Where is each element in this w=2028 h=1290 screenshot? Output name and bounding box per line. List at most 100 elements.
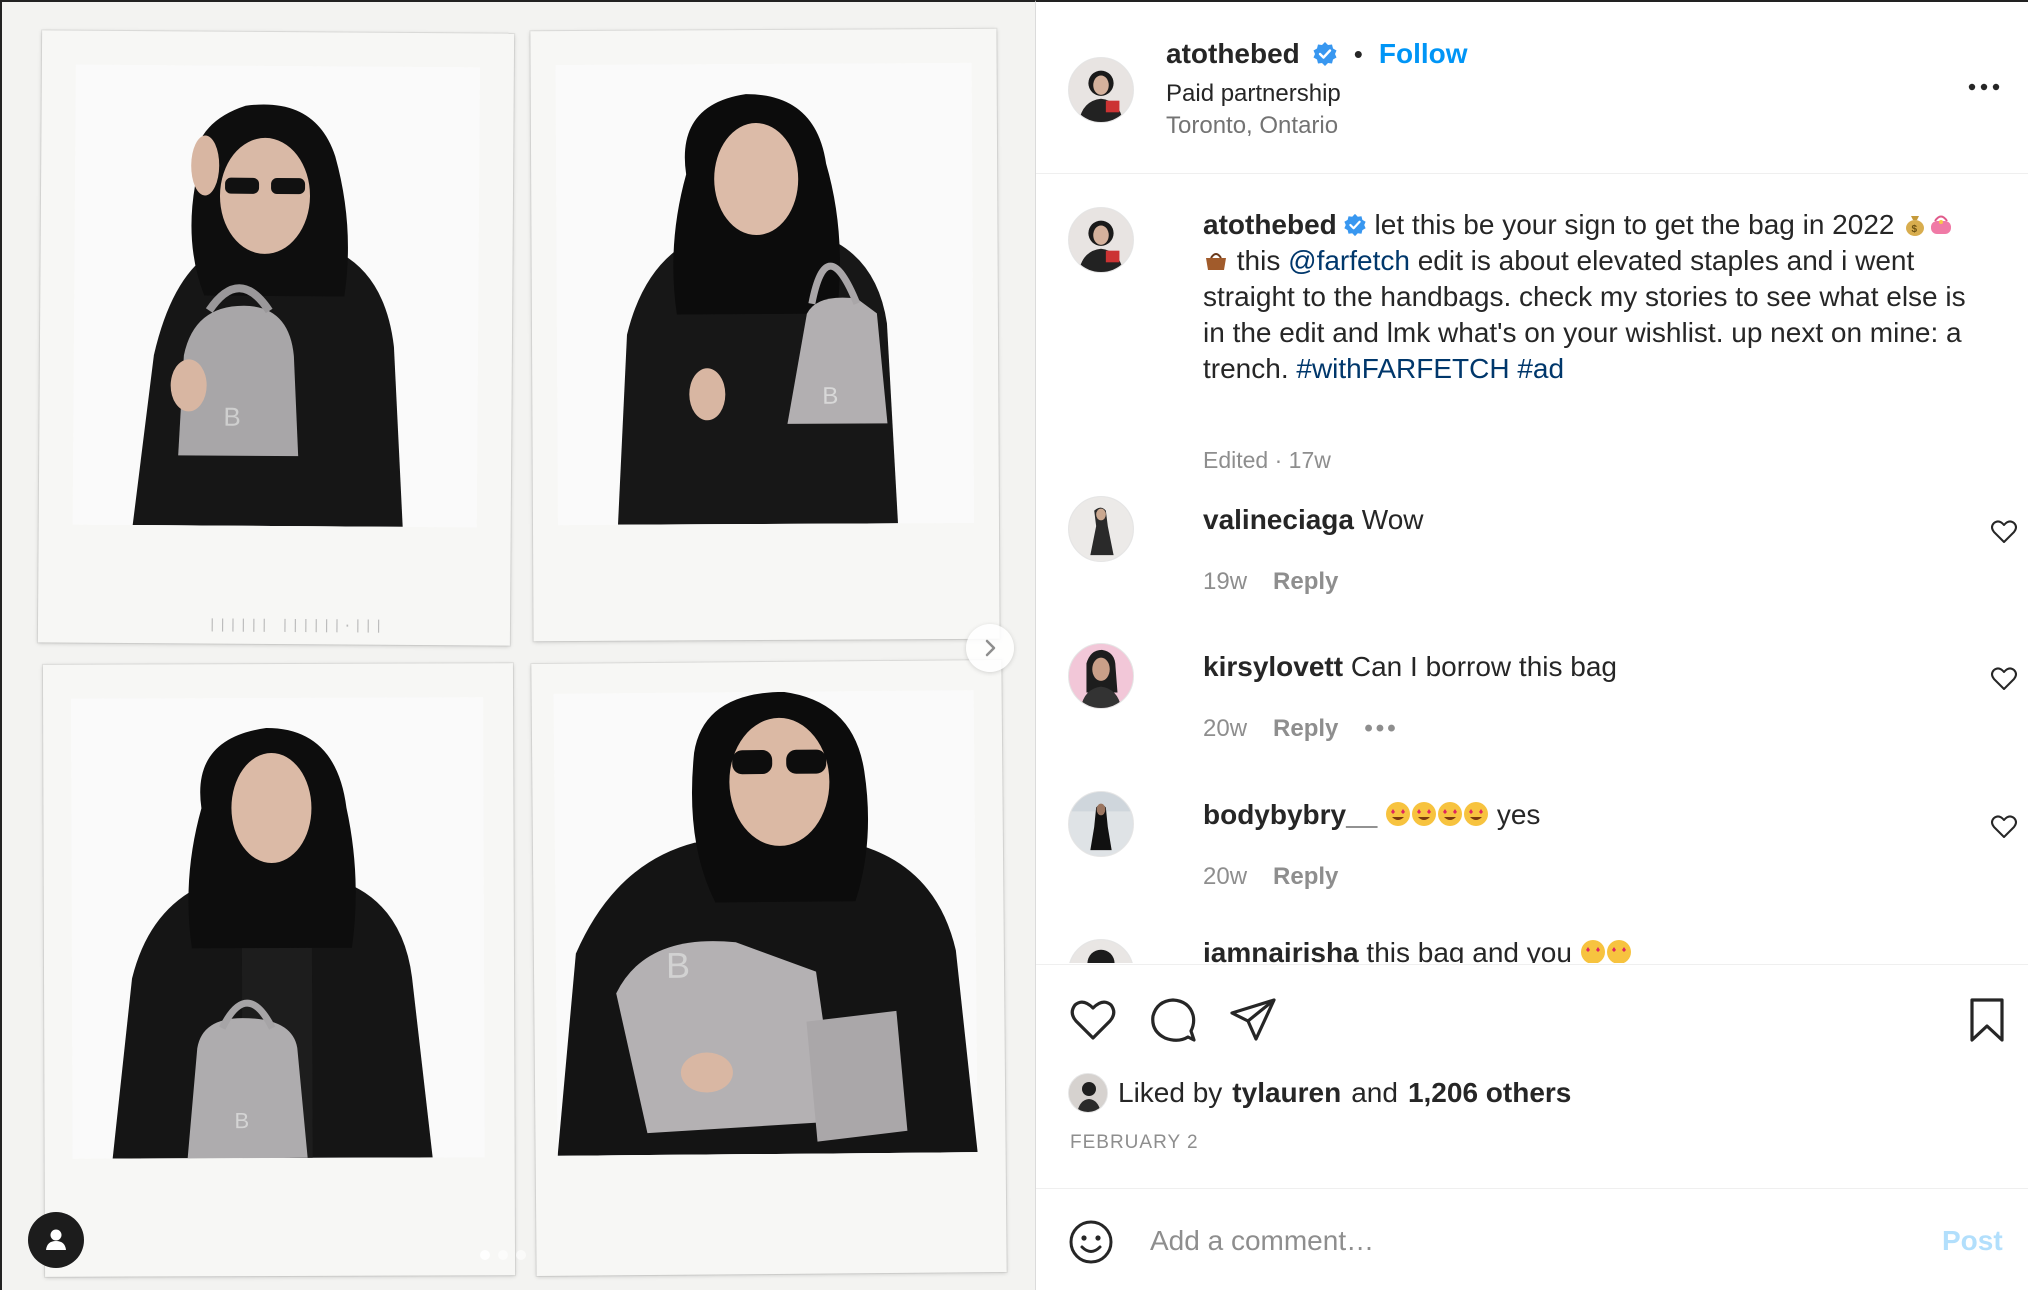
verified-badge-icon bbox=[1344, 213, 1366, 237]
svg-text:B: B bbox=[822, 383, 838, 410]
commenter-avatar[interactable] bbox=[1068, 939, 1134, 963]
caption-hashtag-link[interactable]: #withFARFETCH bbox=[1296, 353, 1509, 384]
polaroid-strip bbox=[45, 1157, 515, 1277]
money-bag-emoji-icon: $ bbox=[1906, 216, 1925, 236]
svg-text:$: $ bbox=[1912, 224, 1918, 235]
reply-button[interactable]: Reply bbox=[1273, 715, 1338, 743]
caption-mention-link[interactable]: @farfetch bbox=[1288, 245, 1410, 276]
carousel-dot bbox=[480, 1250, 490, 1260]
like-comment-heart-icon[interactable] bbox=[1990, 665, 2018, 693]
commenter-avatar[interactable] bbox=[1068, 496, 1134, 562]
liker-username[interactable]: tylauren bbox=[1232, 1077, 1341, 1109]
comment-age[interactable]: 20w bbox=[1203, 863, 1247, 891]
verified-badge-icon bbox=[1313, 42, 1337, 66]
commenter-avatar[interactable] bbox=[1068, 643, 1134, 709]
chevron-right-icon bbox=[985, 639, 996, 657]
handbag-emoji-icon bbox=[1206, 253, 1226, 270]
commenter-username[interactable]: valineciaga bbox=[1203, 504, 1354, 535]
carousel-indicator bbox=[480, 1250, 526, 1260]
comment-item: kirsylovett Can I borrow this bag 20w Re… bbox=[1068, 643, 2017, 753]
post-date[interactable]: FEBRUARY 2 bbox=[1070, 1132, 1199, 1154]
author-row: atothebed • Follow bbox=[1166, 38, 1468, 70]
location-link[interactable]: Toronto, Ontario bbox=[1166, 112, 1338, 140]
comment-age[interactable]: 20w bbox=[1203, 715, 1247, 743]
polaroid-strip bbox=[536, 1154, 1007, 1276]
smile-emoji-picker-icon[interactable] bbox=[1068, 1219, 1114, 1265]
comments-scroll-area[interactable]: atothebed let this be your sign to get t… bbox=[1036, 175, 2028, 963]
commenter-username[interactable]: bodybybry__ bbox=[1203, 799, 1377, 830]
post-media[interactable]: B |||||| ||||||·||| B B B bbox=[0, 0, 1035, 1290]
carousel-dot bbox=[498, 1250, 508, 1260]
reply-button[interactable]: Reply bbox=[1273, 863, 1338, 891]
tagged-users-button[interactable] bbox=[28, 1212, 84, 1268]
author-username[interactable]: atothebed bbox=[1166, 38, 1300, 70]
next-image-button[interactable] bbox=[966, 624, 1014, 672]
more-options-icon[interactable] bbox=[1962, 72, 2006, 102]
comment-line: bodybybry__ yes bbox=[1203, 799, 1540, 831]
comment-text: Wow bbox=[1361, 504, 1424, 535]
svg-text:B: B bbox=[666, 945, 690, 986]
bookmark-icon[interactable] bbox=[1962, 995, 2012, 1045]
heart-eyes-emoji-icon bbox=[1412, 802, 1437, 826]
comment-icon[interactable] bbox=[1148, 995, 1198, 1045]
like-comment-heart-icon[interactable] bbox=[1990, 518, 2018, 546]
caption-hashtag-link[interactable]: #ad bbox=[1517, 353, 1564, 384]
caption-username[interactable]: atothebed bbox=[1203, 209, 1337, 240]
like-comment-heart-icon[interactable] bbox=[1990, 813, 2018, 841]
photo-woman-standing-bag: B bbox=[71, 697, 485, 1159]
commenter-username[interactable]: kirsylovett bbox=[1203, 651, 1343, 682]
photo-woman-holding-bag: B bbox=[555, 62, 974, 526]
comment-meta: 20w Reply bbox=[1203, 863, 1338, 891]
comment-line: kirsylovett Can I borrow this bag bbox=[1203, 651, 1617, 683]
comment-item: valineciaga Wow 19w Reply bbox=[1068, 496, 2017, 606]
polaroid-strip: |||||| ||||||·||| bbox=[207, 617, 385, 635]
heart-eyes-emoji-icon bbox=[1438, 802, 1463, 826]
liked-by-prefix: Liked by bbox=[1118, 1077, 1223, 1108]
reply-button[interactable]: Reply bbox=[1273, 568, 1338, 596]
post-details-panel: atothebed • Follow Paid partnership Toro… bbox=[1035, 0, 2028, 1290]
heart-eyes-emoji-icon bbox=[1606, 940, 1631, 963]
comment-meta: 19w Reply bbox=[1203, 568, 1338, 596]
comment-item: bodybybry__ yes 20w Reply bbox=[1068, 791, 2017, 901]
follow-button[interactable]: Follow bbox=[1379, 38, 1468, 70]
like-heart-icon[interactable] bbox=[1068, 995, 1118, 1045]
likes-summary: Liked by tylauren and 1,206 others bbox=[1068, 1073, 1571, 1113]
heart-eyes-emoji-icon bbox=[1464, 802, 1489, 826]
separator-dot: • bbox=[1353, 38, 1363, 69]
paid-partnership-label[interactable]: Paid partnership bbox=[1166, 80, 1341, 108]
polaroid-strip bbox=[533, 521, 1000, 641]
photo-woman-sunglasses-bag: B bbox=[72, 64, 480, 528]
post-header: atothebed • Follow Paid partnership Toro… bbox=[1036, 2, 2028, 174]
comment-line: valineciaga Wow bbox=[1203, 504, 1423, 536]
comment-text: yes bbox=[1496, 799, 1541, 830]
likes-count-link[interactable]: 1,206 others bbox=[1408, 1077, 1571, 1109]
svg-text:B: B bbox=[223, 402, 241, 432]
comment-options-button[interactable]: ••• bbox=[1364, 715, 1398, 743]
heart-eyes-emoji-icon bbox=[1580, 940, 1605, 963]
comment-item: iamnairisha this bag and you bbox=[1068, 937, 1998, 963]
svg-text:B: B bbox=[234, 1108, 249, 1133]
polaroid-photo-2: B bbox=[530, 28, 1000, 642]
comment-text: this bag and you bbox=[1366, 937, 1572, 963]
post-comment-button[interactable]: Post bbox=[1942, 1225, 2003, 1257]
caption-author-avatar[interactable] bbox=[1068, 207, 1134, 273]
author-avatar[interactable] bbox=[1068, 57, 1134, 123]
liker-avatar[interactable] bbox=[1068, 1073, 1108, 1113]
add-comment-bar: Post bbox=[1036, 1188, 2028, 1290]
caption-text-part: let this be your sign to get the bag in … bbox=[1366, 209, 1903, 240]
liked-by-middle: and bbox=[1351, 1077, 1398, 1108]
comment-age[interactable]: 19w bbox=[1203, 568, 1247, 596]
commenter-username[interactable]: iamnairisha bbox=[1203, 937, 1359, 963]
polaroid-photo-3: B bbox=[42, 663, 516, 1277]
commenter-avatar[interactable] bbox=[1068, 791, 1134, 857]
photo-woman-closeup-bag: B bbox=[553, 690, 978, 1156]
comment-input[interactable] bbox=[1150, 1211, 1910, 1271]
share-icon[interactable] bbox=[1228, 995, 1278, 1045]
caption-meta: Edited · 17w bbox=[1203, 447, 1331, 473]
caption-text: atothebed let this be your sign to get t… bbox=[1203, 207, 1993, 387]
comment-line: iamnairisha this bag and you bbox=[1203, 937, 1632, 963]
polaroid-photo-1: B |||||| ||||||·||| bbox=[37, 30, 515, 646]
carousel-dot bbox=[516, 1250, 526, 1260]
heart-eyes-emoji-icon bbox=[1386, 802, 1411, 826]
comment-text: Can I borrow this bag bbox=[1350, 651, 1617, 682]
